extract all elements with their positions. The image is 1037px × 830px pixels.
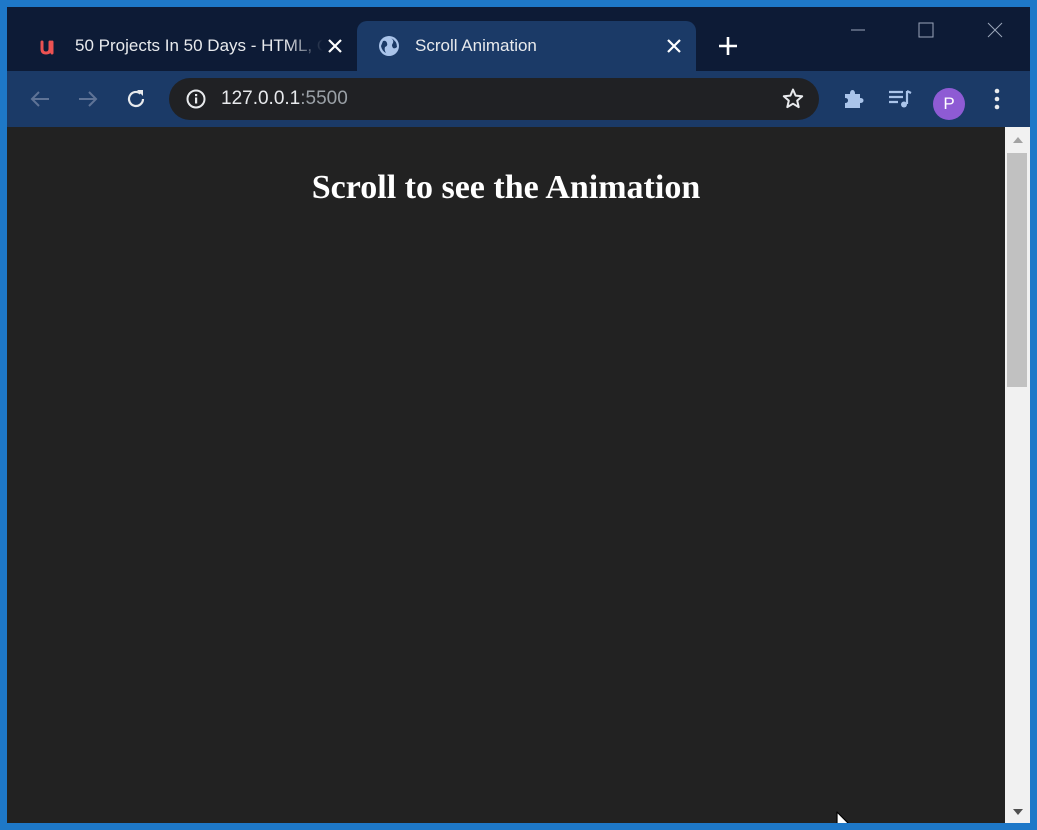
tab-title: Scroll Animation [415, 36, 537, 55]
menu-button[interactable] [983, 85, 1011, 113]
new-tab-button[interactable] [715, 33, 741, 59]
maximize-button[interactable] [903, 15, 949, 45]
extensions-button[interactable] [839, 85, 867, 113]
back-arrow-icon [30, 91, 49, 107]
browser-toolbar: 127.0.0.1:5500 P [7, 71, 1030, 127]
avatar[interactable]: P [933, 88, 965, 120]
media-queue-button[interactable] [886, 85, 914, 113]
reload-icon [127, 90, 145, 108]
extensions-puzzle-icon [845, 90, 864, 108]
url-host: 127.0.0.1 [221, 88, 301, 109]
close-icon[interactable] [662, 34, 686, 58]
plus-icon [719, 37, 737, 55]
vertical-scrollbar[interactable] [1005, 127, 1030, 823]
udemy-logo-icon [37, 34, 61, 58]
url-port: :5500 [300, 88, 348, 109]
tab-title: 50 Projects In 50 Days - HTML, CSS & Jav… [75, 36, 323, 55]
mouse-cursor-icon [836, 811, 849, 823]
address-bar[interactable]: 127.0.0.1:5500 [169, 78, 819, 120]
reload-button[interactable] [122, 85, 150, 113]
media-queue-icon [889, 90, 912, 108]
close-icon[interactable] [323, 34, 347, 58]
more-vert-icon [994, 88, 1000, 110]
forward-button[interactable] [74, 85, 102, 113]
minimize-button[interactable] [835, 15, 881, 45]
star-icon[interactable] [781, 87, 805, 111]
page-title: Scroll to see the Animation [311, 169, 701, 206]
tab-udemy[interactable]: 50 Projects In 50 Days - HTML, CSS & Jav… [17, 21, 357, 71]
window-close-button[interactable] [972, 15, 1018, 45]
globe-icon [377, 34, 401, 58]
back-button[interactable] [26, 85, 54, 113]
tab-scroll-animation[interactable]: Scroll Animation [357, 21, 696, 71]
title-bar: 50 Projects In 50 Days - HTML, CSS & Jav… [7, 7, 1030, 71]
forward-arrow-icon [79, 91, 98, 107]
scroll-down-arrow-icon[interactable] [1005, 803, 1030, 821]
info-icon[interactable] [185, 88, 207, 110]
scrollbar-thumb[interactable] [1007, 153, 1027, 387]
browser-window: 50 Projects In 50 Days - HTML, CSS & Jav… [7, 7, 1030, 823]
scroll-up-arrow-icon[interactable] [1005, 131, 1030, 149]
url-text[interactable]: 127.0.0.1:5500 [221, 88, 348, 110]
page-content: Scroll to see the Animation [7, 127, 1005, 823]
